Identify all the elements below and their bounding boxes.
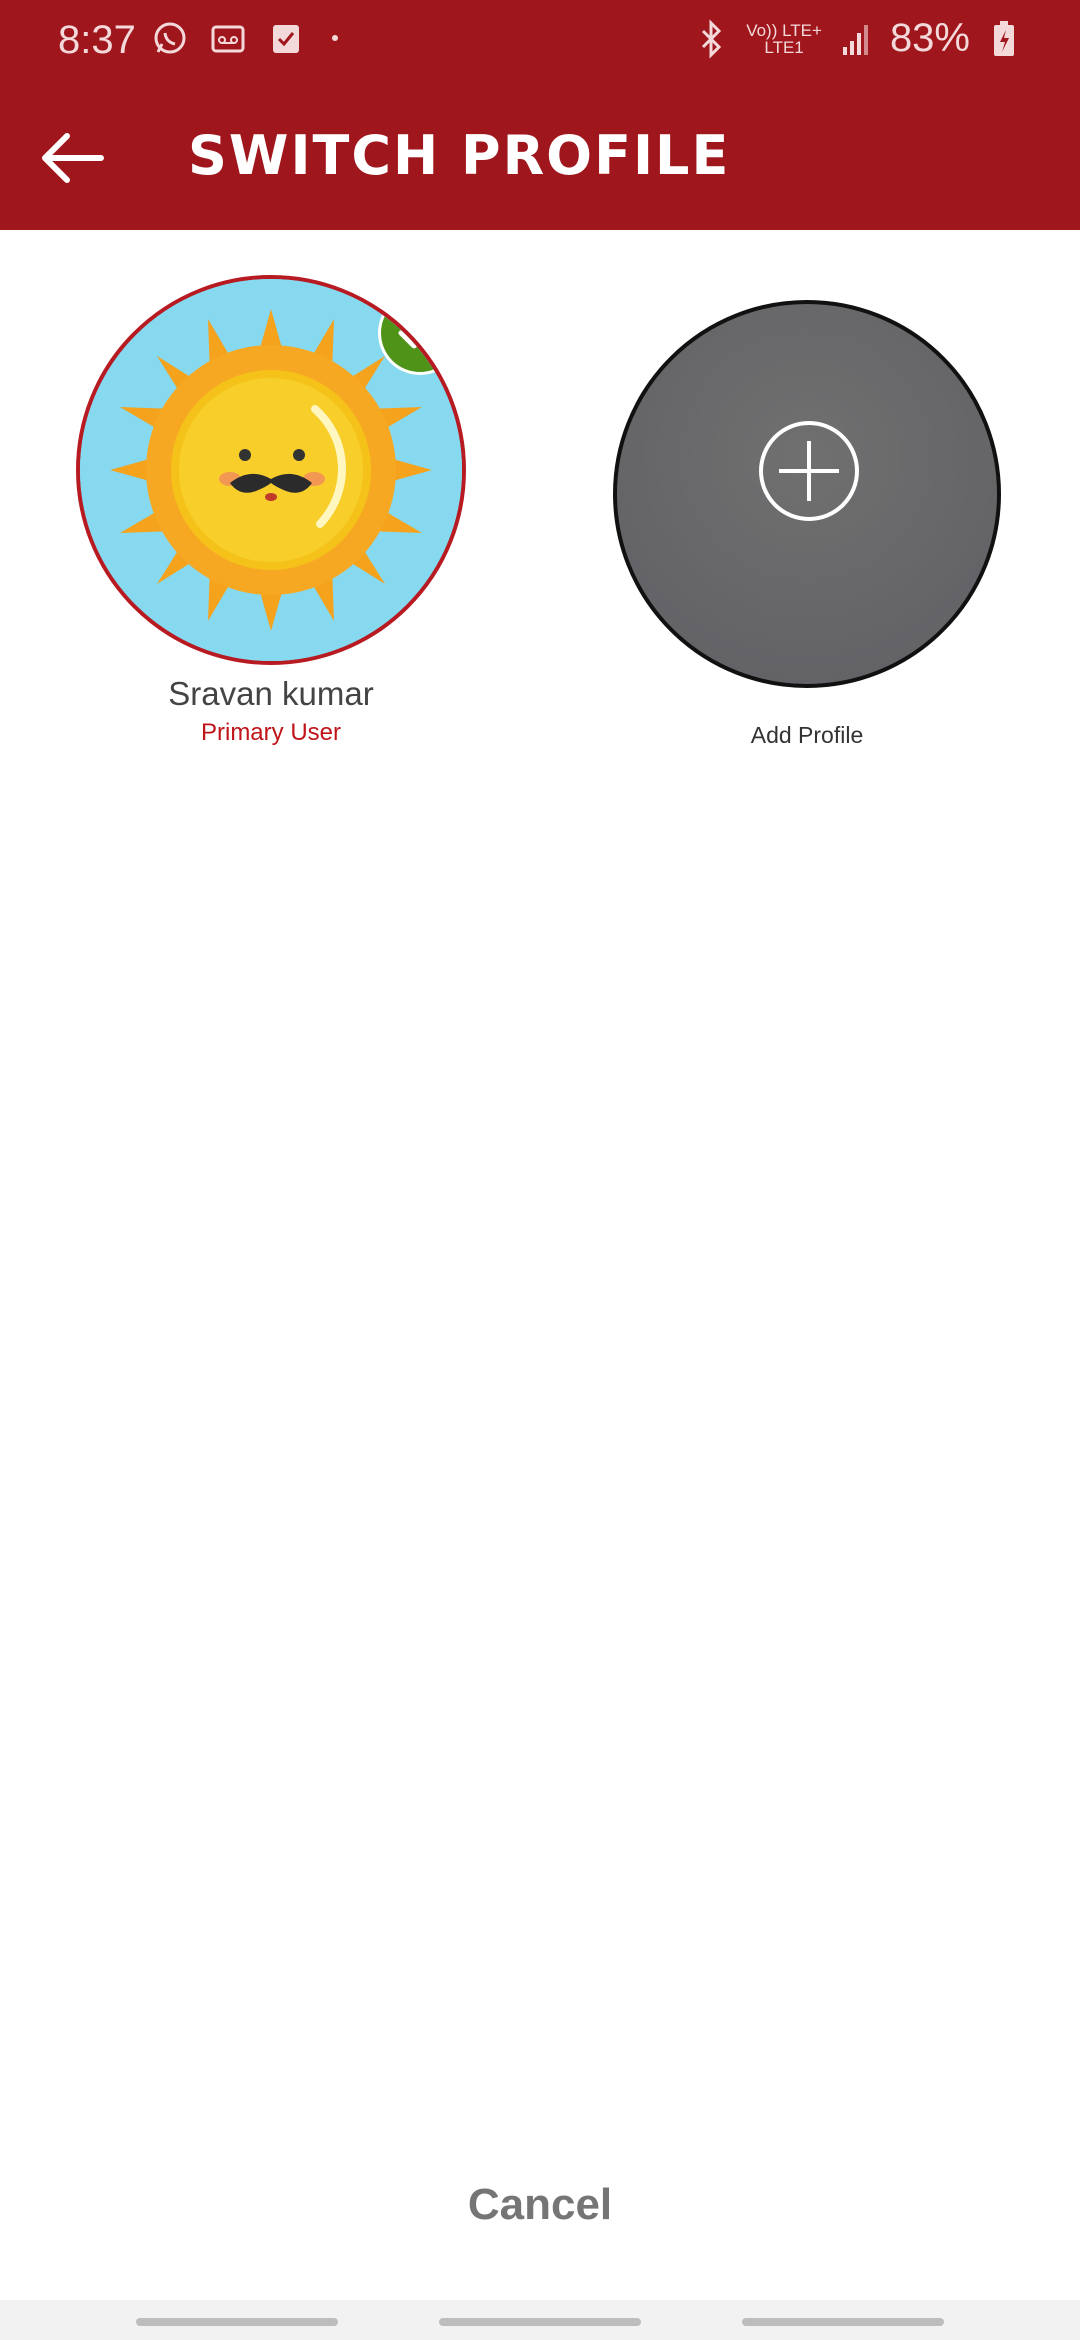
nav-home-handle[interactable]: [439, 2318, 641, 2326]
nav-recents-handle[interactable]: [136, 2318, 338, 2326]
app-header: 8:37 Vo)) LTE+ LTE1 83% SWITCH PROFILE: [0, 0, 1080, 230]
add-profile-button[interactable]: [613, 300, 1001, 688]
check-icon: [398, 317, 442, 349]
voicemail-icon: [208, 18, 248, 58]
cancel-button[interactable]: Cancel: [0, 2180, 1080, 2230]
system-nav-bar: [0, 2300, 1080, 2340]
status-notification-icons: [150, 18, 338, 58]
add-profile-card[interactable]: Add Profile: [612, 300, 1002, 749]
selected-check-badge: [378, 291, 462, 375]
bluetooth-icon: [692, 18, 732, 59]
profile-card-primary[interactable]: Sravan kumar Primary User: [76, 275, 466, 747]
page-title: SWITCH PROFILE: [188, 124, 731, 187]
profile-role: Primary User: [200, 719, 341, 746]
network-bottom-label: LTE1: [764, 37, 804, 57]
task-check-icon: [266, 18, 306, 58]
status-system-icons: Vo)) LTE+ LTE1 83%: [692, 16, 1024, 61]
nav-back-handle[interactable]: [742, 2318, 944, 2326]
arrow-left-icon: [42, 133, 104, 183]
network-top-label: Vo)) LTE+: [746, 20, 822, 40]
network-indicator: Vo)) LTE+ LTE1: [746, 22, 822, 56]
status-bar: 8:37 Vo)) LTE+ LTE1 83%: [0, 0, 1080, 86]
add-profile-label: Add Profile: [750, 722, 864, 748]
whatsapp-icon: [150, 18, 190, 58]
plus-circle-icon: [759, 421, 859, 521]
back-button[interactable]: [30, 116, 114, 200]
more-notifications-dot: [332, 35, 338, 41]
battery-percent: 83%: [889, 16, 970, 60]
profile-name: Sravan kumar: [168, 675, 374, 712]
signal-icon: [836, 19, 876, 59]
status-time: 8:37: [58, 18, 136, 62]
avatar[interactable]: [76, 275, 466, 665]
toolbar: SWITCH PROFILE: [0, 86, 1080, 230]
battery-charging-icon: [984, 19, 1024, 59]
